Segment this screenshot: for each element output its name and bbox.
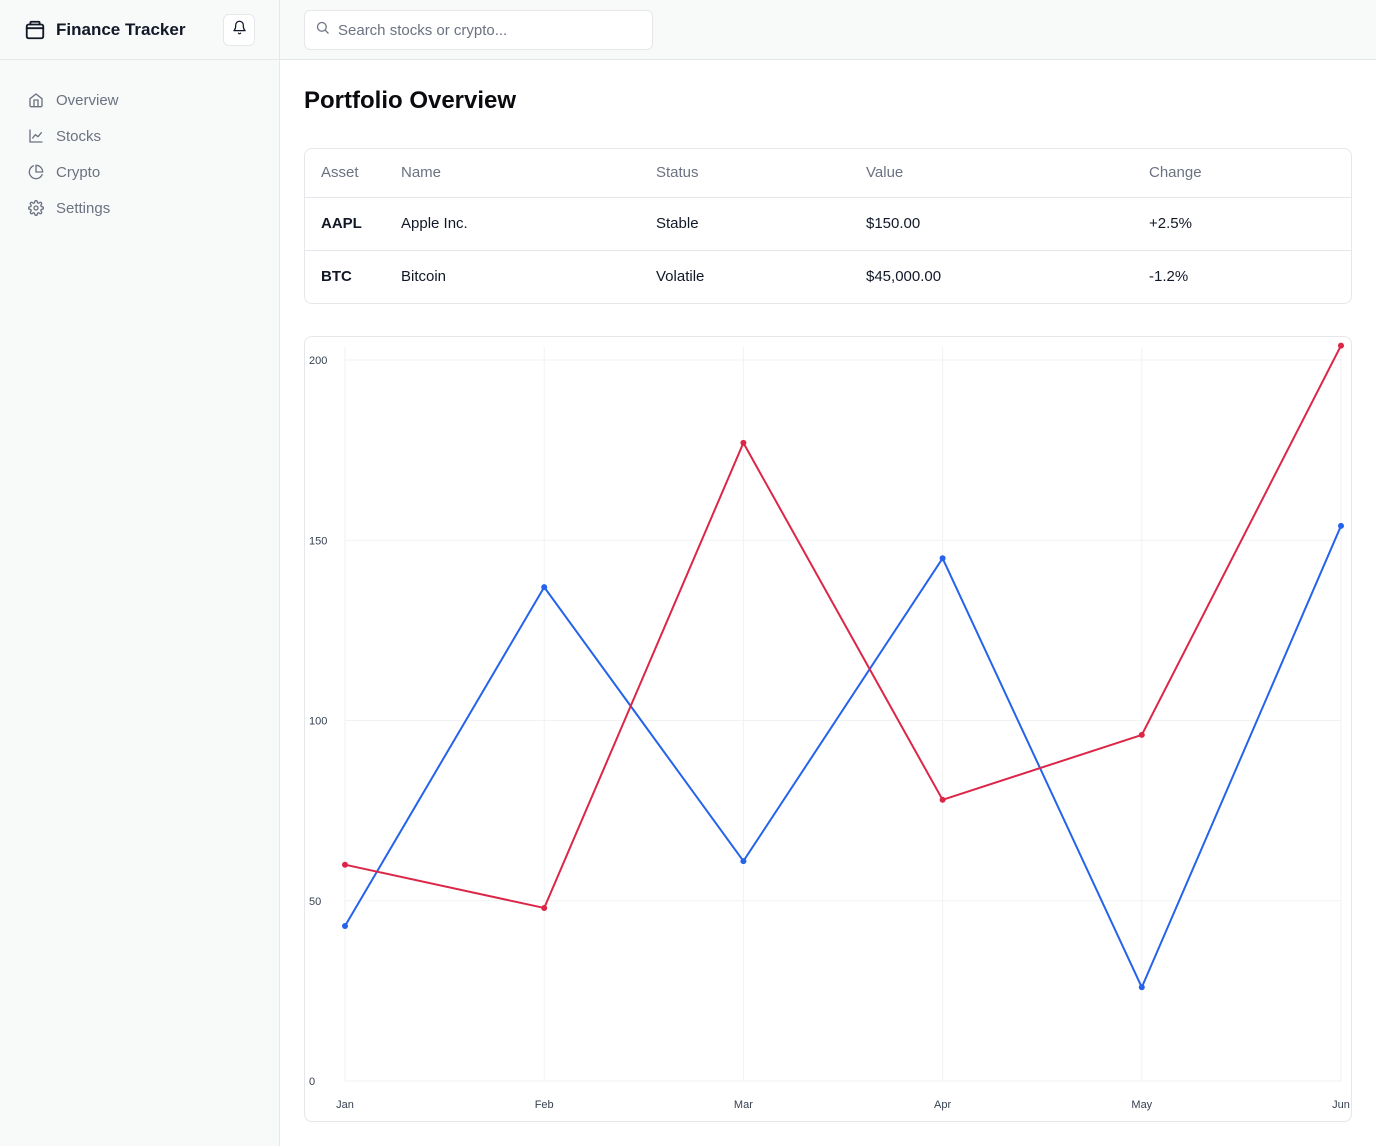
notifications-button[interactable] (223, 14, 255, 46)
sidebar-item-stocks[interactable]: Stocks (0, 118, 279, 154)
asset-status: Stable (656, 215, 699, 232)
app-title: Finance Tracker (56, 19, 186, 39)
x-tick-label: May (1131, 1099, 1152, 1111)
bell-icon (232, 20, 247, 40)
portfolio-table: Asset Name Status Value Change AAPL Appl… (305, 149, 1351, 303)
asset-change: +2.5% (1149, 215, 1192, 232)
y-tick-label: 100 (309, 716, 327, 728)
sidebar-item-settings[interactable]: Settings (0, 190, 279, 226)
sidebar-item-label: Stocks (56, 127, 102, 145)
asset-change: -1.2% (1133, 249, 1351, 303)
y-tick-label: 0 (309, 1076, 315, 1088)
sidebar-item-label: Overview (56, 91, 119, 109)
y-tick-label: 50 (309, 896, 321, 908)
brand-header: Finance Tracker (0, 0, 279, 60)
data-point (1138, 731, 1145, 738)
data-point (740, 858, 747, 865)
asset-status: Volatile (640, 249, 850, 303)
search-input[interactable] (338, 21, 628, 39)
data-point (1338, 342, 1344, 349)
table-row[interactable]: BTC Bitcoin Volatile $45,000.00 -1.2% (305, 249, 1351, 303)
asset-value: $150.00 (866, 215, 921, 232)
column-header-asset[interactable]: Asset (305, 149, 385, 198)
search-icon (315, 20, 330, 40)
sidebar-item-crypto[interactable]: Crypto (0, 154, 279, 190)
line-chart-icon (28, 128, 44, 144)
data-point (1138, 984, 1145, 991)
asset-name: Apple Inc. (401, 215, 468, 232)
data-point (342, 922, 348, 929)
sidebar-item-label: Settings (56, 199, 111, 217)
main-content: Portfolio Overview Asset Name Status Val… (304, 60, 1352, 1122)
data-point (939, 796, 946, 803)
x-tick-label: Jan (336, 1099, 354, 1111)
pie-chart-icon (28, 164, 44, 180)
asset-symbol: AAPL (321, 215, 362, 232)
y-tick-label: 200 (309, 355, 327, 367)
gear-icon (28, 200, 44, 216)
price-line-chart: 0 50 100 150 200 Jan Feb Mar Apr May Jun (309, 342, 1350, 1111)
sidebar-nav: Overview Stocks Crypto Settings (0, 60, 279, 226)
sidebar-item-overview[interactable]: Overview (0, 82, 279, 118)
column-header-name[interactable]: Name (385, 149, 640, 198)
data-point (541, 584, 548, 591)
data-point (1338, 522, 1344, 529)
data-point (740, 439, 747, 446)
series-line-1 (344, 345, 1342, 909)
x-tick-label: Mar (734, 1099, 753, 1111)
portfolio-table-card: Asset Name Status Value Change AAPL Appl… (304, 148, 1352, 304)
column-header-status[interactable]: Status (640, 149, 850, 198)
search-box[interactable] (304, 10, 653, 50)
top-bar (280, 0, 1376, 60)
data-point (939, 555, 946, 562)
asset-symbol: BTC (305, 249, 385, 303)
x-tick-label: Apr (934, 1099, 951, 1111)
asset-value: $45,000.00 (850, 249, 1133, 303)
column-header-value[interactable]: Value (850, 149, 1133, 198)
page-title: Portfolio Overview (304, 87, 517, 114)
sidebar: Finance Tracker Overview Stocks Crypto S… (0, 0, 280, 1146)
table-header-row: Asset Name Status Value Change (305, 149, 1351, 198)
data-point (342, 861, 348, 868)
x-tick-label: Jun (1332, 1099, 1350, 1111)
table-row[interactable]: AAPL Apple Inc. Stable $150.00 +2.5% (305, 197, 1351, 250)
asset-name: Bitcoin (385, 249, 640, 303)
series-line-0 (344, 525, 1342, 989)
x-tick-label: Feb (535, 1099, 554, 1111)
wallet-icon (24, 19, 46, 41)
data-point (541, 904, 548, 911)
sidebar-item-label: Crypto (56, 163, 101, 181)
home-icon (28, 92, 44, 108)
y-tick-label: 150 (309, 535, 327, 547)
price-chart-card: 0 50 100 150 200 Jan Feb Mar Apr May Jun (304, 336, 1352, 1122)
column-header-change[interactable]: Change (1133, 149, 1351, 198)
